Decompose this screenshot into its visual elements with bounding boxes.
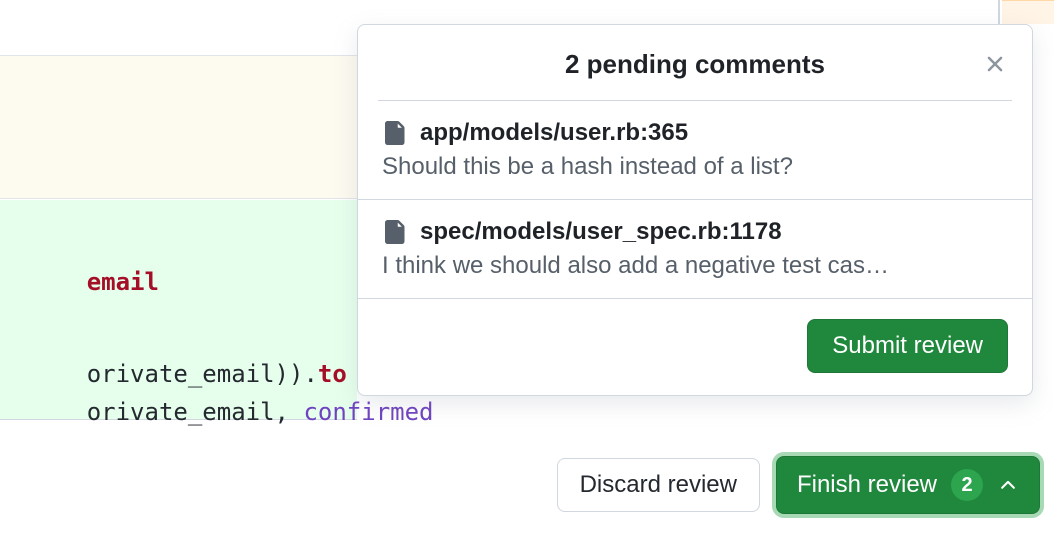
finish-review-button[interactable]: Finish review 2 bbox=[776, 456, 1040, 514]
pending-comment-item[interactable]: app/models/user.rb:365 Should this be a … bbox=[358, 101, 1032, 200]
code-token: orivate_email, bbox=[87, 398, 304, 426]
code-section-context bbox=[0, 55, 357, 199]
file-icon bbox=[382, 121, 406, 145]
finish-review-label: Finish review bbox=[797, 471, 937, 499]
code-section-added: email orivate_email)).to eq([u orivate_e… bbox=[0, 200, 357, 420]
pending-comment-item[interactable]: spec/models/user_spec.rb:1178 I think we… bbox=[358, 200, 1032, 299]
comment-file-path: spec/models/user_spec.rb:1178 bbox=[420, 218, 782, 246]
comment-file-row: app/models/user.rb:365 bbox=[382, 119, 1008, 147]
code-token: email bbox=[87, 268, 159, 296]
close-icon[interactable] bbox=[982, 51, 1008, 77]
review-actions-bar: Discard review Finish review 2 bbox=[557, 456, 1040, 514]
comment-file-path: app/models/user.rb:365 bbox=[420, 119, 688, 147]
pending-comments-popover: 2 pending comments app/models/user.rb:36… bbox=[357, 24, 1033, 396]
vertical-divider bbox=[998, 0, 1000, 24]
popover-header: 2 pending comments bbox=[358, 25, 1032, 100]
popover-footer: Submit review bbox=[358, 299, 1032, 395]
submit-review-button[interactable]: Submit review bbox=[807, 319, 1008, 373]
code-token: confirmed bbox=[303, 398, 433, 426]
comment-body: Should this be a hash instead of a list? bbox=[382, 153, 1008, 181]
pending-count-badge: 2 bbox=[951, 469, 983, 501]
popover-title: 2 pending comments bbox=[565, 49, 825, 80]
chevron-up-icon bbox=[997, 474, 1019, 496]
comment-body: I think we should also add a negative te… bbox=[382, 252, 1008, 280]
comment-file-row: spec/models/user_spec.rb:1178 bbox=[382, 218, 1008, 246]
file-icon bbox=[382, 220, 406, 244]
discard-review-button[interactable]: Discard review bbox=[557, 458, 760, 512]
diff-highlight-strip bbox=[1002, 0, 1054, 24]
code-line: email bbox=[0, 240, 159, 324]
